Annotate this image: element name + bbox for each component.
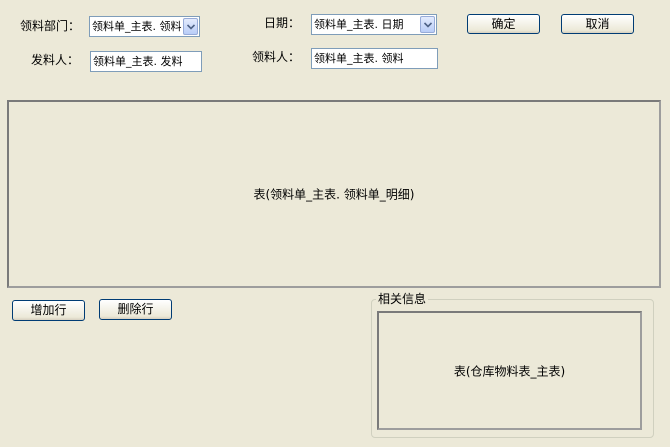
warehouse-material-table[interactable]: 表(仓库物料表_主表) [377, 311, 642, 430]
dept-combobox-value: 领料单_主表. 领料 [92, 20, 182, 33]
add-row-button[interactable]: 增加行 [12, 300, 85, 321]
date-label: 日期： [264, 16, 301, 30]
receiver-field[interactable]: 领料单_主表. 领料 [311, 48, 438, 69]
warehouse-material-table-placeholder: 表(仓库物料表_主表) [453, 364, 566, 378]
dept-combobox-dropdown-button[interactable] [183, 18, 198, 35]
date-combobox[interactable]: 领料单_主表. 日期 [311, 14, 437, 35]
date-combobox-dropdown-button[interactable] [420, 16, 435, 33]
sender-field[interactable]: 领料单_主表. 发料 [90, 51, 202, 72]
dept-combobox[interactable]: 领料单_主表. 领料 [89, 16, 200, 37]
sender-label: 发料人： [31, 53, 80, 67]
date-combobox-value: 领料单_主表. 日期 [314, 18, 404, 31]
ok-button[interactable]: 确定 [467, 14, 540, 34]
related-info-title: 相关信息 [376, 292, 429, 306]
cancel-button[interactable]: 取消 [561, 14, 634, 34]
chevron-down-icon [424, 22, 432, 28]
chevron-down-icon [187, 24, 195, 30]
delete-row-button[interactable]: 删除行 [99, 299, 172, 320]
detail-table-placeholder: 表(领料单_主表. 领料单_明细) [253, 187, 415, 202]
detail-table[interactable]: 表(领料单_主表. 领料单_明细) [7, 100, 661, 288]
dept-label: 领料部门： [20, 19, 81, 33]
receiver-label: 领料人： [252, 50, 301, 64]
